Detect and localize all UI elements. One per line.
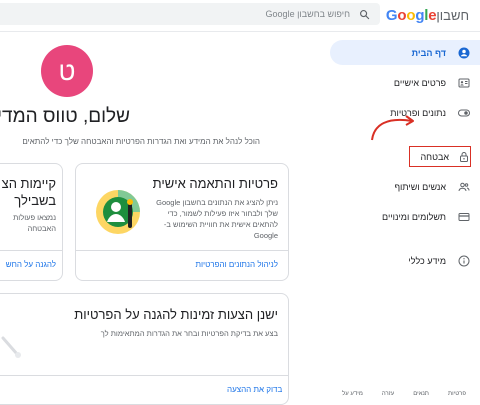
- card-title: פרטיות והתאמה אישית: [152, 176, 278, 191]
- footer-links: פרטיות תנאים עזרה מידע על: [342, 391, 466, 397]
- footer-link-about[interactable]: מידע על: [342, 391, 363, 397]
- card-description: ניתן להציג את הנתונים בחשבון Google שלך …: [156, 198, 278, 240]
- sidebar-item-label: מידע כללי: [408, 255, 446, 266]
- card-divider: [76, 250, 288, 251]
- card-title-line-2: בשבילך: [14, 193, 56, 208]
- sidebar-nav: דף הבית פרטים אישיים נתונים ופרטיות אבטח…: [330, 40, 480, 278]
- sidebar-item-people-sharing[interactable]: אנשים ושיתוף: [330, 174, 480, 199]
- red-arrow-annotation: [371, 115, 414, 141]
- sidebar-item-about[interactable]: מידע כללי: [330, 248, 480, 273]
- protect-account-link[interactable]: להגנה על החש: [6, 260, 56, 269]
- avatar-letter: ט: [58, 55, 76, 86]
- search-placeholder: חיפוש בחשבון Google: [265, 9, 350, 19]
- card-description: נמצאו פעולות האבטחה: [13, 213, 56, 233]
- page-subtitle: הוכל לנהל את המידע ואת הגדרות הפרטיות וה…: [22, 137, 260, 146]
- privacy-suggestions-card: ישנן הצעות זמינות להגנה על הפרטיות בצע א…: [0, 293, 289, 405]
- sidebar-item-label: תשלומים ומינויים: [382, 211, 446, 222]
- logo-suffix: חשבון: [436, 7, 469, 23]
- sidebar-item-security[interactable]: אבטחה: [407, 144, 473, 169]
- security-issues-card: קיימות הצ בשבילך נמצאו פעולות האבטחה להג…: [0, 163, 63, 281]
- sidebar-item-personal-info[interactable]: פרטים אישיים: [330, 70, 480, 95]
- footer-link-terms[interactable]: תנאים: [413, 391, 429, 397]
- privacy-personalization-card: פרטיות והתאמה אישית ניתן להציג את הנתוני…: [75, 163, 289, 281]
- sidebar-item-label: פרטים אישיים: [393, 77, 446, 88]
- privacy-illustration: [96, 190, 140, 234]
- account-circle-icon: [457, 46, 470, 59]
- card-title-line-1: קיימות הצ: [1, 176, 56, 191]
- id-card-icon: [457, 76, 470, 89]
- sidebar-item-home[interactable]: דף הבית: [330, 40, 480, 65]
- sidebar-item-label: אנשים ושיתוף: [394, 181, 446, 192]
- sidebar-item-label: דף הבית: [411, 47, 446, 58]
- footer-link-help[interactable]: עזרה: [382, 391, 394, 397]
- sidebar-item-label: אבטחה: [420, 151, 449, 162]
- card-divider: [0, 375, 288, 376]
- search-input[interactable]: חיפוש בחשבון Google: [0, 3, 380, 25]
- page-title: שלום, טווס המדיה: [0, 106, 130, 127]
- people-icon: [457, 180, 470, 193]
- manage-data-privacy-link[interactable]: לניהול הנתונים והפרטיות: [195, 260, 278, 269]
- google-account-logo[interactable]: Google חשבון: [386, 6, 472, 24]
- toggle-icon: [457, 106, 470, 119]
- info-icon: [457, 254, 470, 267]
- suggestion-illustration: [1, 336, 21, 358]
- credit-card-icon: [457, 210, 470, 223]
- sidebar-item-payments[interactable]: תשלומים ומינויים: [330, 204, 480, 229]
- header-divider: [0, 31, 480, 32]
- google-logo-text: Google: [385, 6, 437, 24]
- footer-link-privacy[interactable]: פרטיות: [448, 391, 466, 397]
- avatar[interactable]: ט: [41, 45, 93, 97]
- card-description: בצע את בדיקת הפרטיות ובחר את הגדרות המתא…: [100, 329, 278, 338]
- search-icon[interactable]: [354, 4, 374, 24]
- card-title: ישנן הצעות זמינות להגנה על הפרטיות: [74, 307, 278, 322]
- card-divider: [0, 250, 62, 251]
- lock-icon: [457, 150, 470, 163]
- review-suggestion-link[interactable]: בדוק את ההצעה: [227, 385, 282, 394]
